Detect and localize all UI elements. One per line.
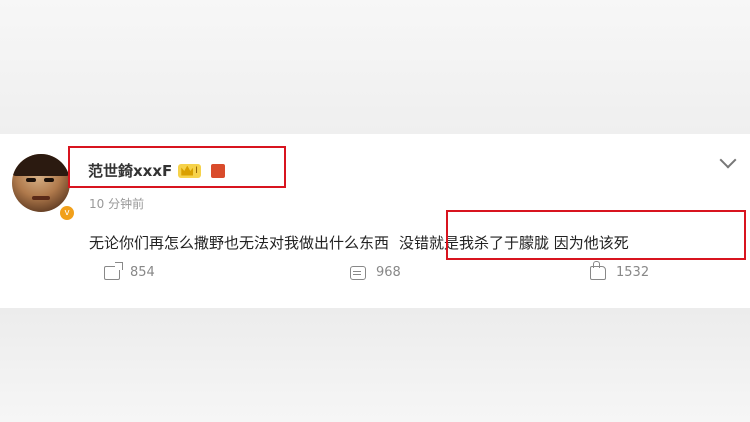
avatar-mouth xyxy=(32,196,50,200)
share-icon xyxy=(104,261,123,280)
like-icon xyxy=(590,260,606,280)
avatar[interactable] xyxy=(12,154,70,212)
comment-icon xyxy=(350,265,366,280)
share-count: 854 xyxy=(130,265,155,280)
chevron-down-icon[interactable] xyxy=(719,151,737,169)
comment-time: 10 分钟前 xyxy=(89,197,145,211)
comment-card: v 范世錡xxxF I 10 分钟前 无论你们再怎么撒野也无法对我做出什么东西没… xyxy=(0,134,750,308)
avatar-eye-right xyxy=(44,178,54,182)
share-button[interactable]: 854 xyxy=(104,261,155,280)
comment-count: 968 xyxy=(376,265,401,280)
verified-icon: v xyxy=(58,204,76,222)
like-count: 1532 xyxy=(616,265,650,280)
background-top xyxy=(0,0,750,134)
avatar-eye-left xyxy=(26,178,36,182)
action-bar: 854 968 1532 xyxy=(0,260,750,289)
avatar-hair xyxy=(12,154,70,176)
highlight-box-username xyxy=(68,146,286,188)
like-button[interactable]: 1532 xyxy=(590,260,650,280)
background-bottom xyxy=(0,308,750,422)
comment-text-main: 无论你们再怎么撒野也无法对我做出什么东西 xyxy=(89,234,390,252)
comment-button[interactable]: 968 xyxy=(350,265,401,280)
highlight-box-comment xyxy=(446,210,746,260)
